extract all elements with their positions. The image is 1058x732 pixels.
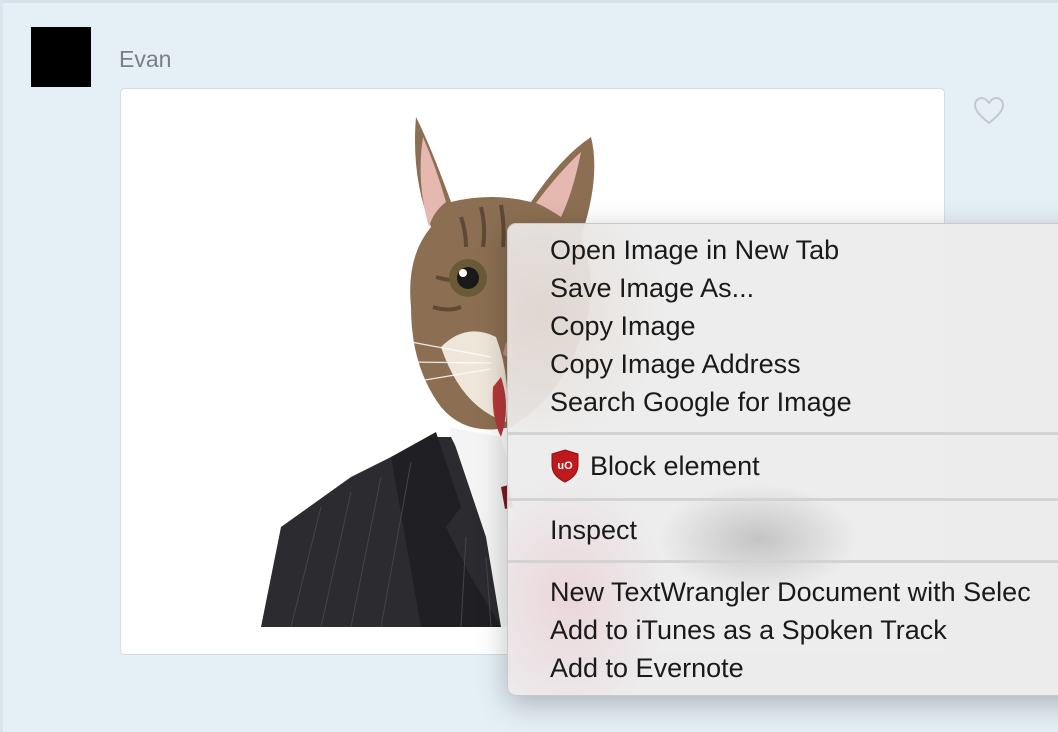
- menu-item-open-image-new-tab[interactable]: Open Image in New Tab: [550, 232, 839, 268]
- left-border: [0, 0, 3, 732]
- context-menu: Open Image in New Tab Save Image As... C…: [507, 223, 1058, 696]
- avatar[interactable]: [31, 27, 91, 87]
- svg-text:uO: uO: [557, 460, 573, 472]
- menu-separator: [508, 498, 1058, 501]
- menu-item-new-textwrangler-document[interactable]: New TextWrangler Document with Selec: [550, 574, 1031, 610]
- menu-item-block-element[interactable]: Block element: [590, 448, 760, 484]
- menu-item-search-google-for-image[interactable]: Search Google for Image: [550, 384, 852, 420]
- post-author[interactable]: Evan: [119, 46, 171, 73]
- menu-item-add-to-evernote[interactable]: Add to Evernote: [550, 650, 744, 686]
- heart-icon[interactable]: [973, 96, 1005, 126]
- menu-separator: [508, 560, 1058, 563]
- menu-item-inspect[interactable]: Inspect: [550, 512, 637, 548]
- menu-item-copy-image-address[interactable]: Copy Image Address: [550, 346, 801, 382]
- menu-item-copy-image[interactable]: Copy Image: [550, 308, 696, 344]
- menu-item-add-to-itunes-spoken-track[interactable]: Add to iTunes as a Spoken Track: [550, 612, 947, 648]
- menu-item-save-image-as[interactable]: Save Image As...: [550, 270, 754, 306]
- top-border: [0, 0, 1058, 3]
- ublock-shield-icon: uO: [551, 449, 579, 483]
- menu-separator: [508, 432, 1058, 435]
